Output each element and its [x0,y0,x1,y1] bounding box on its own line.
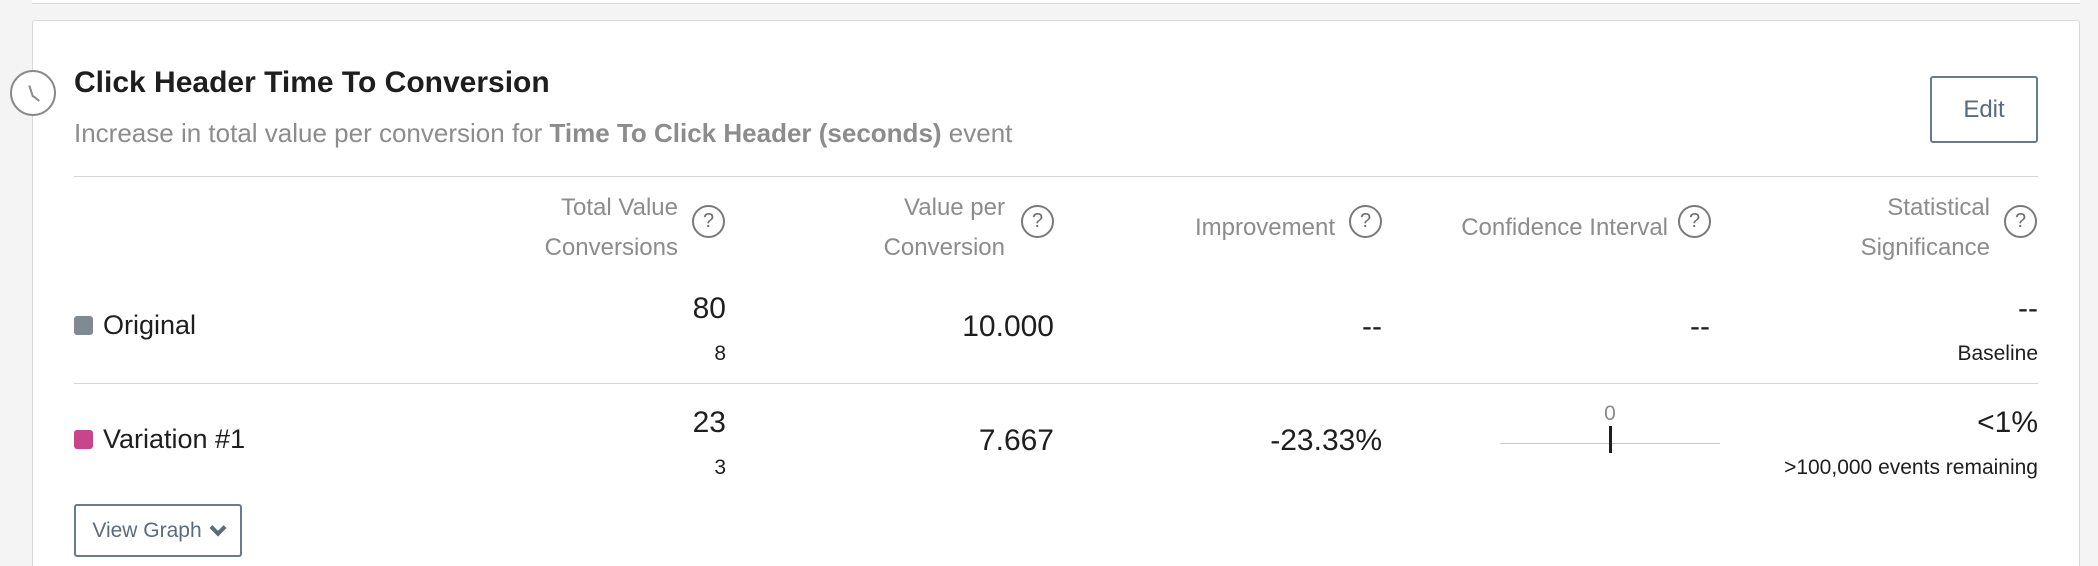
original-significance: -- [2018,292,2038,325]
row-name: Original [103,310,197,340]
variation-color-swatch [74,430,93,449]
chevron-down-icon [209,519,227,536]
goal-card [32,20,2080,566]
row-divider [74,383,2038,384]
original-improvement: -- [1362,310,1382,343]
column-header-total-value: Total Value Conversions [544,194,678,261]
original-significance-note: Baseline [1957,342,2038,365]
column-header-statistical-significance: Statistical Significance [1860,194,1990,261]
goal-subtitle: Increase in total value per conversion f… [74,118,1012,149]
confidence-interval-zero-label: 0 [1604,402,1616,425]
variation-significance-note: >100,000 events remaining [1784,456,2038,479]
variation-total-value: 23 [692,406,726,439]
help-icon-improvement[interactable]: ? [1349,205,1382,238]
column-header-value-per-conversion: Value per Conversion [883,194,1005,261]
original-total-value: 80 [692,292,726,325]
view-graph-button[interactable]: View Graph [74,504,242,557]
edit-button[interactable]: Edit [1930,76,2038,143]
variation-value-per-conversion: 7.667 [978,424,1054,457]
subtitle-event: event [948,118,1013,148]
confidence-interval-zero-tick [1609,426,1612,453]
row-label-original: Original [74,310,196,341]
help-icon-statistical-significance[interactable]: ? [2004,205,2037,238]
column-header-improvement: Improvement [1194,214,1335,241]
subtitle-description: Increase in total value per conversion [74,118,505,148]
help-icon-total-value[interactable]: ? [692,205,725,238]
subtitle-for: for [511,118,543,148]
column-header-confidence-interval: Confidence Interval [1461,214,1668,241]
original-value-per-conversion: 10.000 [962,310,1054,343]
header-divider [74,176,2038,177]
original-conversions: 8 [714,342,726,365]
goal-title: Click Header Time To Conversion [74,66,550,99]
variation-significance: <1% [1977,406,2038,439]
view-graph-label: View Graph [92,518,202,542]
row-label-variation-1: Variation #1 [74,424,245,455]
original-confidence-interval: -- [1690,310,1710,343]
help-icon-value-per-conversion[interactable]: ? [1021,205,1054,238]
clock-icon [10,70,56,116]
help-icon-confidence-interval[interactable]: ? [1678,205,1711,238]
variation-conversions: 3 [714,456,726,479]
row-name: Variation #1 [103,424,246,454]
subtitle-event-name: Time To Click Header (seconds) [549,118,942,148]
original-color-swatch [74,316,93,335]
variation-improvement: -23.33% [1270,424,1382,457]
previous-card-edge [32,0,2080,4]
